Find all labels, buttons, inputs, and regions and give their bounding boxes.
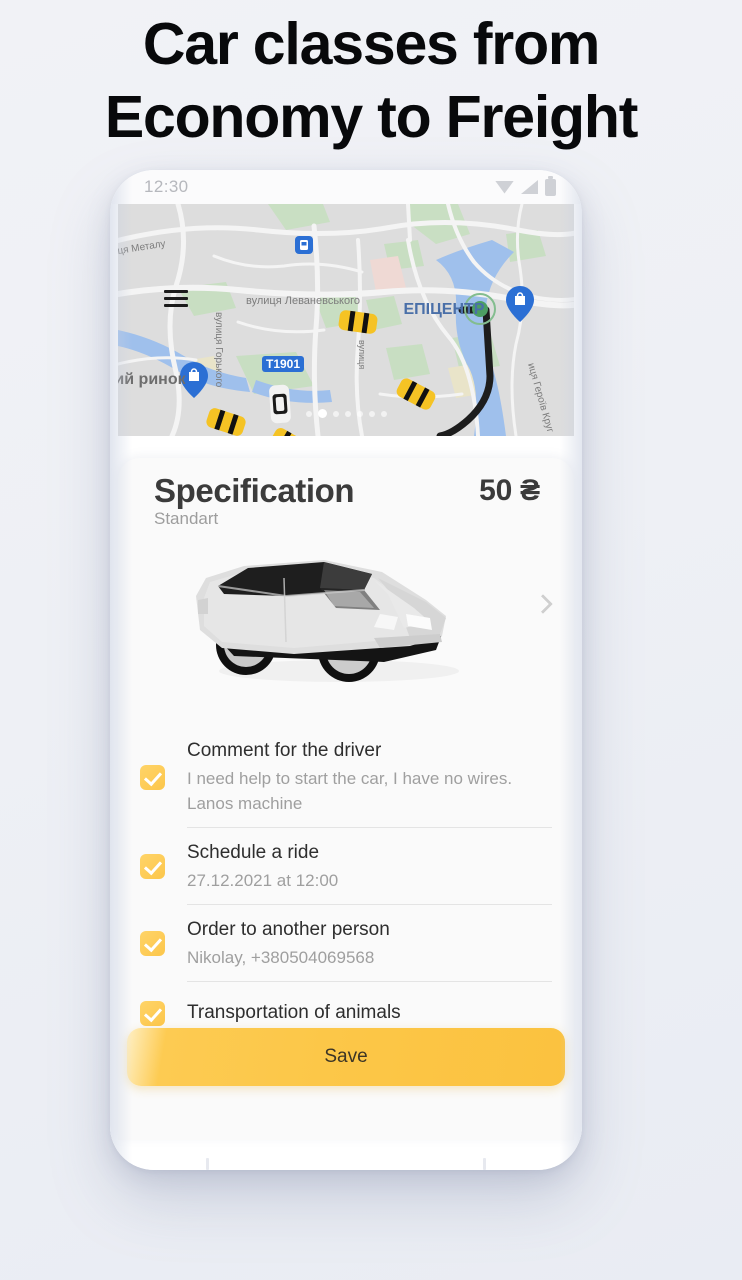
wifi-icon [495,180,514,194]
option-description: Nikolay, +380504069568 [187,948,375,967]
sheet-header: Specification Standart 50 ₴ [118,458,574,528]
checkbox-transportation-animals[interactable] [140,1000,165,1026]
specification-sheet: Specification Standart 50 ₴ Comment for … [118,458,574,1140]
option-title: Order to another person [187,919,390,940]
map-pager-dots[interactable] [118,409,574,418]
svg-text:вулиця Горького: вулиця Горького [213,312,224,388]
save-button[interactable]: Save [127,1028,565,1086]
page-title-line-2: Economy to Freight [104,84,639,150]
price-label: 50 ₴ [479,474,540,507]
sedan-car-3d-illustration [196,560,459,682]
option-body: Comment for the driver I need help to st… [187,726,552,828]
pager-dot[interactable] [305,410,312,417]
page-title-line-1: Car classes from [142,11,601,77]
status-bar: 12:30 [110,170,582,204]
hamburger-menu-icon[interactable] [164,290,188,307]
map-canvas: T1901 ця Металу вулиця Леваневського вул… [118,204,574,436]
option-description: I need help to start the car, I have no … [187,769,513,813]
pager-dot[interactable] [332,410,339,417]
option-title: Transportation of animals [187,1002,401,1023]
signal-icon [521,180,538,194]
chevron-right-icon[interactable] [532,594,554,616]
option-row-schedule[interactable]: Schedule a ride 27.12.2021 at 12:00 [118,828,574,905]
pager-dot[interactable] [356,410,363,417]
option-description: 27.12.2021 at 12:00 [187,871,339,890]
transit-station-icon [295,236,313,254]
page-title: Car classes from Economy to Freight [0,8,742,154]
option-body: Order to another person Nikolay, +380504… [187,905,552,982]
option-row-another-person[interactable]: Order to another person Nikolay, +380504… [118,905,574,982]
battery-icon [545,175,556,196]
pager-dot[interactable] [344,410,351,417]
option-body: Schedule a ride 27.12.2021 at 12:00 [187,828,552,905]
svg-text:T1901: T1901 [266,357,300,371]
phone-mockup: 12:30 T1901 ця Металу вулиця Леваневсько… [110,170,582,1170]
status-bar-time: 12:30 [144,177,189,196]
status-bar-icons [495,175,556,196]
sheet-title: Specification [154,472,355,509]
checkbox-order-another-person[interactable] [140,931,165,956]
sheet-subtitle: Standart [154,509,219,528]
option-title: Comment for the driver [187,740,382,761]
option-row-comment[interactable]: Comment for the driver I need help to st… [118,726,574,828]
svg-text:вулиця: вулиця [357,340,367,369]
checkbox-comment-for-driver[interactable] [140,764,165,790]
option-title: Schedule a ride [187,842,320,863]
checkbox-schedule-ride[interactable] [140,854,165,879]
pager-dot-active[interactable] [317,409,327,418]
pager-dot[interactable] [368,410,375,417]
route-badge: T1901 [262,356,304,372]
car-preview[interactable] [118,534,574,710]
svg-text:ий ринок: ий ринок [118,371,187,388]
options-list: Comment for the driver I need help to st… [118,710,574,1044]
nav-tick-left [206,1158,209,1170]
svg-text:вулиця Леваневського: вулиця Леваневського [246,295,360,307]
svg-text:ЕПІЦЕНТР: ЕПІЦЕНТР [404,301,485,318]
nav-tick-right [483,1158,486,1170]
map-view[interactable]: T1901 ця Металу вулиця Леваневського вул… [118,204,574,436]
page-root: Car classes from Economy to Freight 12:3… [0,0,742,1280]
pager-dot[interactable] [380,410,387,417]
